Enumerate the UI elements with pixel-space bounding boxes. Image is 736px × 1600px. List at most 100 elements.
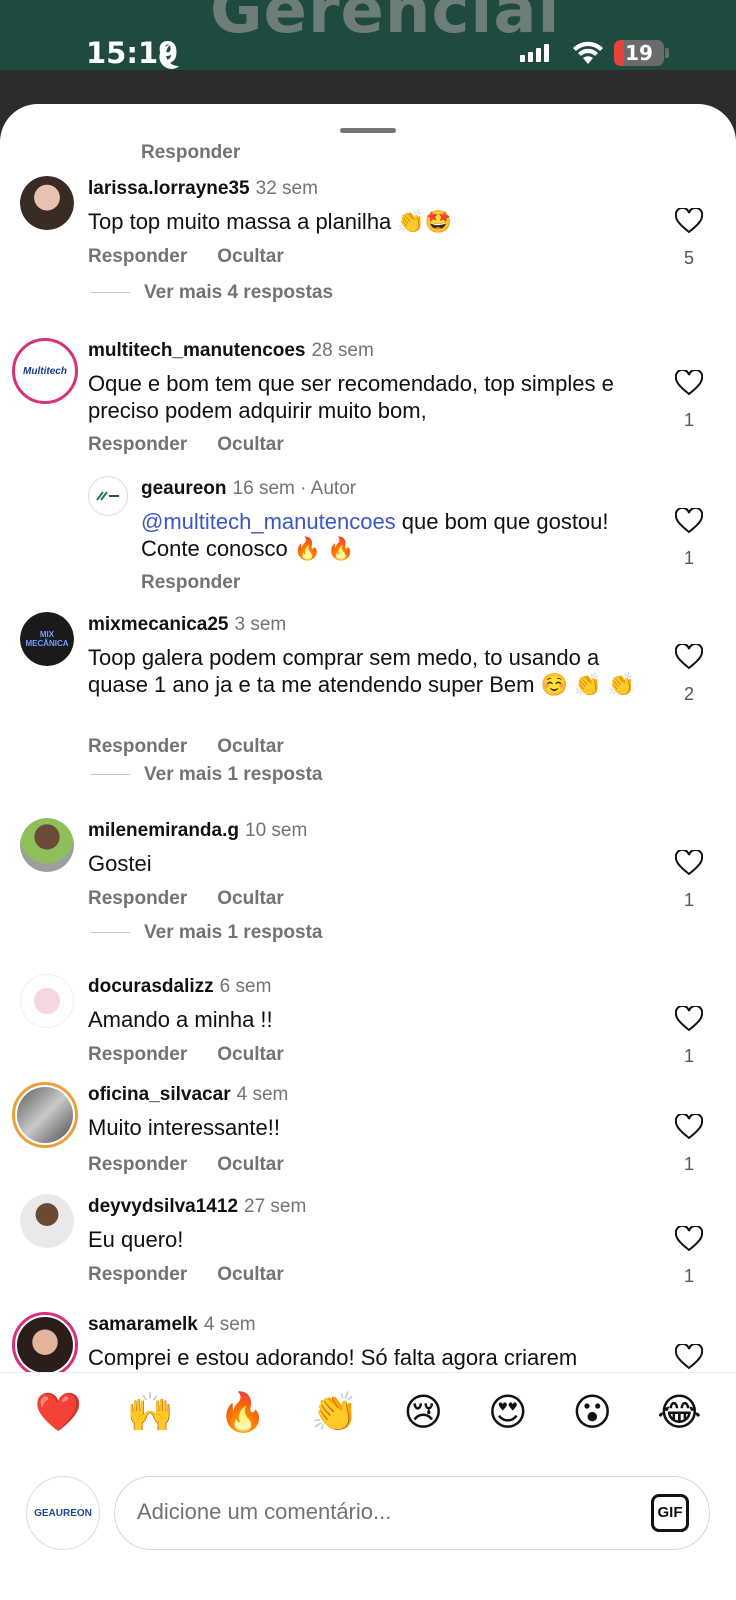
comment-actions: Responder Ocultar xyxy=(88,1264,284,1286)
battery-icon: 19 xyxy=(614,40,664,66)
reply-button[interactable]: Responder xyxy=(88,888,187,909)
heart-icon[interactable] xyxy=(675,1114,703,1140)
avatar[interactable] xyxy=(12,1312,78,1372)
battery-level: 19 xyxy=(625,41,653,65)
comment-username[interactable]: docurasdalizz xyxy=(88,976,214,997)
comment-header: samaramelk 4 sem xyxy=(88,1314,256,1336)
like-count: 1 xyxy=(683,410,694,430)
comment-username[interactable]: multitech_manutencoes xyxy=(88,340,306,361)
comments-sheet: Responder larissa.lorrayne35 32 sem Top t… xyxy=(0,104,736,1600)
comment-username[interactable]: oficina_silvacar xyxy=(88,1084,231,1105)
comment-username[interactable]: larissa.lorrayne35 xyxy=(88,178,250,199)
comment-time: 4 sem xyxy=(236,1084,289,1105)
heart-icon[interactable] xyxy=(675,508,703,534)
comment-text: Gostei xyxy=(88,851,152,876)
hide-button[interactable]: Ocultar xyxy=(217,1154,284,1175)
reply-button[interactable]: Responder xyxy=(88,1264,187,1285)
heart-icon[interactable] xyxy=(675,1226,703,1252)
comment-time: 3 sem xyxy=(234,614,287,635)
view-more-replies[interactable]: Ver mais 4 respostas xyxy=(90,282,333,304)
avatar[interactable] xyxy=(20,818,74,872)
avatar[interactable] xyxy=(12,1082,78,1148)
hide-button[interactable]: Ocultar xyxy=(217,1264,284,1285)
hide-button[interactable]: Ocultar xyxy=(217,1044,284,1065)
reply-button[interactable]: Responder xyxy=(88,736,187,757)
comment-time: 28 sem xyxy=(311,340,374,361)
comment-time: 6 sem xyxy=(219,976,272,997)
heart-icon[interactable] xyxy=(675,1344,703,1370)
reply-button[interactable]: Responder xyxy=(88,1044,187,1065)
quick-reactions-bar: ❤️ 🙌 🔥 👏 😢 😍 😮 😂 xyxy=(0,1372,736,1452)
heart-icon[interactable] xyxy=(675,208,703,234)
comment-time: 10 sem xyxy=(245,820,308,841)
heart-icon[interactable] xyxy=(675,850,703,876)
comment-time: 16 sem · Autor xyxy=(232,478,357,499)
comment-input[interactable]: Adicione um comentário... GIF xyxy=(114,1476,710,1550)
reaction-clap[interactable]: 👏 xyxy=(311,1394,358,1432)
comment-actions: Responder Ocultar xyxy=(88,1044,284,1066)
avatar[interactable] xyxy=(88,476,128,516)
hide-button[interactable]: Ocultar xyxy=(217,888,284,909)
reply-button[interactable]: Responder xyxy=(141,572,240,593)
avatar[interactable] xyxy=(20,1194,74,1248)
reaction-fire[interactable]: 🔥 xyxy=(219,1394,266,1432)
comment-text: @multitech_manutencoes que bom que gosto… xyxy=(141,508,631,562)
avatar[interactable] xyxy=(20,176,74,230)
avatar-logo-text: Multitech xyxy=(17,343,73,399)
hide-button[interactable]: Ocultar xyxy=(217,736,284,757)
mention-link[interactable]: @multitech_manutencoes xyxy=(141,509,396,534)
comment-actions: Responder Ocultar xyxy=(88,434,284,456)
like-count: 1 xyxy=(683,890,694,910)
hide-button[interactable]: Ocultar xyxy=(217,246,284,267)
self-avatar[interactable]: GEAUREON xyxy=(26,1476,100,1550)
comment-time: 27 sem xyxy=(244,1196,307,1217)
reply-button[interactable]: Responder xyxy=(88,1154,187,1175)
comment-username[interactable]: milenemiranda.g xyxy=(88,820,239,841)
heart-icon[interactable] xyxy=(675,370,703,396)
gif-button[interactable]: GIF xyxy=(651,1494,689,1532)
comment-header: multitech_manutencoes 28 sem xyxy=(88,340,374,362)
comment-header: mixmecanica25 3 sem xyxy=(88,614,286,636)
comment-username[interactable]: deyvydsilva1412 xyxy=(88,1196,238,1217)
reply-button[interactable]: Responder xyxy=(88,246,187,267)
reaction-surprised[interactable]: 😮 xyxy=(573,1394,613,1432)
reply-button[interactable]: Responder xyxy=(141,142,240,164)
avatar-logo-text: MIX MECÂNICA xyxy=(20,612,74,666)
avatar[interactable]: MIX MECÂNICA xyxy=(20,612,74,666)
comment-text: Comprei e estou adorando! Só falta agora… xyxy=(88,1345,578,1370)
view-more-replies[interactable]: Ver mais 1 resposta xyxy=(90,764,323,786)
sheet-drag-handle[interactable] xyxy=(340,128,396,133)
comment-header: milenemiranda.g 10 sem xyxy=(88,820,307,842)
status-bar: 15:19 19 xyxy=(0,0,736,104)
comment-username[interactable]: geaureon xyxy=(141,478,227,499)
heart-icon[interactable] xyxy=(675,1006,703,1032)
reaction-heart[interactable]: ❤️ xyxy=(34,1394,81,1432)
comment-actions: Responder Ocultar xyxy=(88,1154,284,1176)
comments-list[interactable]: Responder larissa.lorrayne35 32 sem Top t… xyxy=(0,140,736,1372)
avatar[interactable] xyxy=(20,974,74,1028)
comment-actions: Responder Ocultar xyxy=(88,888,284,910)
heart-icon[interactable] xyxy=(675,644,703,670)
avatar[interactable]: Multitech xyxy=(12,338,78,404)
comment-text: Oque e bom tem que ser recomendado, top … xyxy=(88,371,614,423)
like-count: 5 xyxy=(683,248,694,268)
wifi-icon xyxy=(573,41,603,64)
comment-username[interactable]: mixmecanica25 xyxy=(88,614,229,635)
comment-actions: Responder Ocultar xyxy=(88,736,284,758)
comment-input-placeholder: Adicione um comentário... xyxy=(137,1499,392,1524)
reaction-heart-eyes[interactable]: 😍 xyxy=(488,1394,528,1432)
hide-button[interactable]: Ocultar xyxy=(217,434,284,455)
like-count: 1 xyxy=(683,1154,694,1174)
view-more-replies[interactable]: Ver mais 1 resposta xyxy=(90,922,323,944)
comment-actions: Responder Ocultar xyxy=(88,246,284,268)
reaction-raised-hands[interactable]: 🙌 xyxy=(127,1394,174,1432)
reaction-laughing[interactable]: 😂 xyxy=(657,1394,701,1432)
like-count: 1 xyxy=(683,1266,694,1286)
comment-text: Amando a minha !! xyxy=(88,1007,273,1032)
reaction-crying[interactable]: 😢 xyxy=(403,1394,443,1432)
reply-button[interactable]: Responder xyxy=(88,434,187,455)
comment-username[interactable]: samaramelk xyxy=(88,1314,198,1335)
comment-time: 4 sem xyxy=(203,1314,256,1335)
like-count: 2 xyxy=(683,684,694,704)
comment-text: Top top muito massa a planilha 👏🤩 xyxy=(88,209,453,234)
